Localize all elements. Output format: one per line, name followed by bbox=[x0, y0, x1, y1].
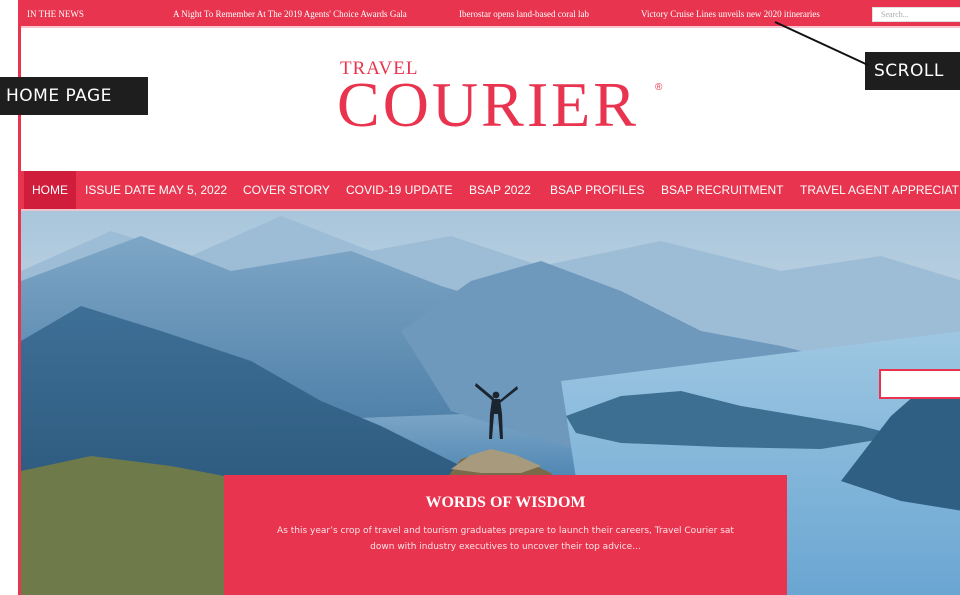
article-excerpt: As this year’s crop of travel and touris… bbox=[277, 526, 734, 552]
ticker-item[interactable]: A Night To Remember At The 2019 Agents' … bbox=[173, 9, 407, 19]
site-logo[interactable]: TRAVEL COURIER ® bbox=[337, 58, 677, 148]
article-title[interactable]: WORDS OF WISDOM bbox=[224, 494, 787, 512]
nav-item-bsap-recruitment[interactable]: BSAP RECRUITMENT bbox=[661, 171, 783, 209]
nav-item-home[interactable]: HOME bbox=[24, 171, 76, 209]
nav-item-covid-update[interactable]: COVID-19 UPDATE bbox=[346, 171, 452, 209]
nav-item-issue-date[interactable]: ISSUE DATE MAY 5, 2022 bbox=[85, 171, 227, 209]
registered-mark: ® bbox=[655, 82, 663, 93]
home-page-annotation: HOME PAGE bbox=[0, 77, 148, 115]
nav-item-bsap-profiles[interactable]: BSAP PROFILES bbox=[550, 171, 644, 209]
nav-item-travel-agent-appreciation[interactable]: TRAVEL AGENT APPRECIATIO bbox=[800, 171, 960, 209]
nav-item-cover-story[interactable]: COVER STORY bbox=[243, 171, 330, 209]
nav-item-bsap-2022[interactable]: BSAP 2022 bbox=[469, 171, 531, 209]
logo-courier-text: COURIER bbox=[337, 69, 639, 140]
hero-image[interactable]: WORDS OF WISDOM As this year’s crop of t… bbox=[21, 211, 960, 595]
corner-widget[interactable] bbox=[879, 369, 960, 399]
scroll-annotation: SCROLL bbox=[865, 52, 960, 90]
featured-article-card[interactable]: WORDS OF WISDOM As this year’s crop of t… bbox=[224, 475, 787, 595]
ticker-item[interactable]: Victory Cruise Lines unveils new 2020 it… bbox=[641, 9, 820, 19]
main-nav: HOME ISSUE DATE MAY 5, 2022 COVER STORY … bbox=[21, 171, 960, 211]
website-frame: IN THE NEWS A Night To Remember At The 2… bbox=[18, 0, 960, 595]
ticker-label: IN THE NEWS bbox=[27, 9, 84, 19]
search-input[interactable]: Search... bbox=[872, 7, 960, 22]
ticker-item[interactable]: Iberostar opens land-based coral lab bbox=[459, 9, 589, 19]
news-ticker: IN THE NEWS A Night To Remember At The 2… bbox=[21, 0, 960, 28]
